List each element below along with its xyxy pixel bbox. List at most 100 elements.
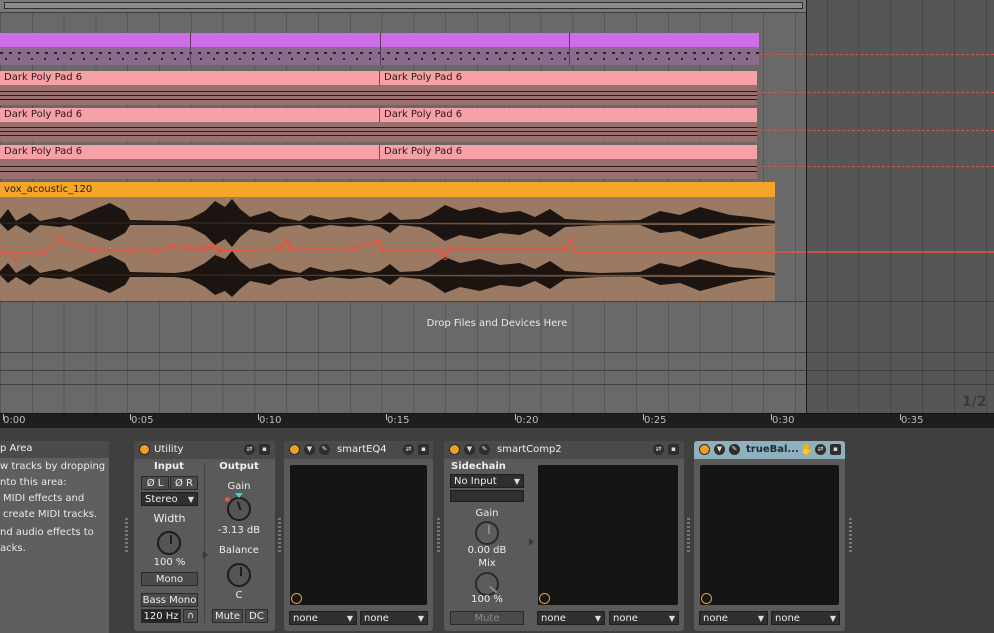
chevron-down-icon: ▼ bbox=[417, 614, 424, 623]
sidechain-input-select[interactable]: No Input ▼ bbox=[450, 474, 524, 488]
smartcomp2-device[interactable]: ▼ ✎ smartComp2 ⇄ ▪ Sidechain No Input ▼ … bbox=[444, 441, 684, 631]
comp-mix-knob-pointer bbox=[489, 585, 498, 594]
chevron-down-icon: ▼ bbox=[829, 614, 836, 623]
utility-divider bbox=[204, 463, 205, 623]
smarteq4-collapse-icon[interactable]: ▼ bbox=[304, 444, 315, 455]
time-ruler[interactable]: 0:00 0:05 0:10 0:15 0:20 0:25 0:30 0:35 bbox=[0, 413, 994, 428]
mute-button[interactable]: Mute bbox=[212, 609, 243, 623]
loop-brace[interactable] bbox=[4, 2, 803, 9]
smartcomp2-save-icon[interactable]: ▪ bbox=[668, 444, 679, 455]
truebalance-power-button[interactable] bbox=[699, 444, 710, 455]
bass-freq-field[interactable]: 120 Hz bbox=[141, 609, 181, 623]
device-chain-area[interactable]: p Area w tracks by dropping nto this are… bbox=[0, 428, 994, 633]
utility-hot-swap-icon[interactable]: ⇄ bbox=[244, 444, 255, 455]
truebalance-collapse-icon[interactable]: ▼ bbox=[714, 444, 725, 455]
track-divider bbox=[0, 384, 994, 385]
phase-right-button[interactable]: Ø R bbox=[170, 476, 198, 490]
tick-label: 0:05 bbox=[131, 415, 154, 426]
smarteq4-select-left-value: none bbox=[293, 613, 318, 624]
pad-clip-2-notes bbox=[0, 122, 757, 142]
audio-clip-header[interactable]: vox_acoustic_120 bbox=[0, 182, 775, 197]
comp-mix-knob[interactable] bbox=[475, 572, 499, 596]
expand-arrow-icon[interactable] bbox=[203, 551, 208, 559]
pad-clip-1b-header[interactable]: Dark Poly Pad 6 bbox=[379, 71, 757, 85]
chevron-down-icon: ▼ bbox=[757, 614, 764, 623]
mono-button[interactable]: Mono bbox=[141, 572, 198, 586]
smartcomp2-plugin-display[interactable] bbox=[538, 465, 678, 605]
smartcomp2-select-left[interactable]: none ▼ bbox=[537, 611, 605, 625]
tick-label: 0:20 bbox=[516, 415, 539, 426]
smartcomp2-collapse-icon[interactable]: ▼ bbox=[464, 444, 475, 455]
device-drag-handle[interactable] bbox=[687, 516, 690, 552]
pad-clip-2b-header[interactable]: Dark Poly Pad 6 bbox=[379, 108, 757, 122]
device-drag-handle[interactable] bbox=[437, 516, 440, 552]
utility-save-icon[interactable]: ▪ bbox=[259, 444, 270, 455]
utility-device[interactable]: Utility ⇄ ▪ Input Output Ø L Ø R Stereo … bbox=[134, 441, 275, 631]
channel-mode-select[interactable]: Stereo ▼ bbox=[141, 492, 198, 506]
truebalance-select-left[interactable]: none ▼ bbox=[699, 611, 768, 625]
clip-divider bbox=[190, 33, 191, 65]
smarteq4-title: smartEQ4 bbox=[337, 444, 387, 455]
clip-divider bbox=[380, 33, 381, 65]
dc-button[interactable]: DC bbox=[245, 609, 268, 623]
truebalance-plugin-display[interactable] bbox=[700, 465, 839, 605]
smartcomp2-power-button[interactable] bbox=[449, 444, 460, 455]
help-line: create MIDI tracks. bbox=[3, 509, 98, 520]
comp-gain-label: Gain bbox=[475, 508, 499, 519]
smarteq4-select-left[interactable]: none ▼ bbox=[289, 611, 357, 625]
smarteq4-status-indicator[interactable] bbox=[291, 593, 302, 604]
comp-mute-button[interactable]: Mute bbox=[450, 611, 524, 625]
smartcomp2-status-indicator[interactable] bbox=[539, 593, 550, 604]
smarteq4-hot-swap-icon[interactable]: ⇄ bbox=[403, 444, 414, 455]
utility-power-button[interactable] bbox=[139, 444, 150, 455]
loop-end-marker[interactable] bbox=[806, 0, 807, 413]
smartcomp2-wrench-icon[interactable]: ✎ bbox=[479, 444, 490, 455]
truebalance-wrench-icon[interactable]: ✎ bbox=[729, 444, 740, 455]
truebalance-status-indicator[interactable] bbox=[701, 593, 712, 604]
truebalance-save-icon[interactable]: ▪ bbox=[830, 444, 841, 455]
smarteq4-select-right[interactable]: none ▼ bbox=[360, 611, 428, 625]
pad-clip-3a-header[interactable]: Dark Poly Pad 6 bbox=[0, 145, 379, 159]
comp-gain-value: 0.00 dB bbox=[467, 545, 507, 556]
automation-envelope[interactable] bbox=[0, 225, 994, 295]
bass-mono-button[interactable]: Bass Mono bbox=[141, 593, 198, 607]
arrangement-view[interactable]: Dark Poly Pad 6 Dark Poly Pad 6 Dark Pol… bbox=[0, 0, 994, 413]
smartcomp2-select-right[interactable]: none ▼ bbox=[609, 611, 679, 625]
pad-clip-3b-header[interactable]: Dark Poly Pad 6 bbox=[379, 145, 757, 159]
track-divider bbox=[0, 352, 994, 353]
loop-brace-bar[interactable] bbox=[0, 0, 807, 13]
hand-icon[interactable]: ✋ bbox=[800, 443, 814, 457]
smartcomp2-hot-swap-icon[interactable]: ⇄ bbox=[653, 444, 664, 455]
phase-left-button[interactable]: Ø L bbox=[141, 476, 169, 490]
smarteq4-power-button[interactable] bbox=[289, 444, 300, 455]
comp-gain-knob[interactable] bbox=[475, 521, 499, 545]
channel-mode-value: Stereo bbox=[145, 494, 178, 505]
width-knob[interactable] bbox=[157, 531, 181, 555]
truebalance-hot-swap-icon[interactable]: ⇄ bbox=[815, 444, 826, 455]
sidechain-channel-select[interactable] bbox=[450, 490, 524, 502]
utility-output-label: Output bbox=[219, 461, 259, 472]
smarteq4-save-icon[interactable]: ▪ bbox=[418, 444, 429, 455]
smarteq4-wrench-icon[interactable]: ✎ bbox=[319, 444, 330, 455]
device-drag-handle[interactable] bbox=[278, 516, 281, 552]
balance-knob[interactable] bbox=[227, 563, 251, 587]
device-drag-handle[interactable] bbox=[125, 516, 128, 552]
width-value: 100 % bbox=[153, 557, 186, 568]
gain-marker-icon bbox=[235, 493, 243, 498]
truebalance-device[interactable]: ▼ ✎ trueBal... ✋ ⇄ ▪ none ▼ none ▼ bbox=[694, 441, 845, 631]
pad-clip-1-notes bbox=[0, 85, 757, 105]
pad-clip-1a-header[interactable]: Dark Poly Pad 6 bbox=[0, 71, 379, 85]
expand-arrow-icon[interactable] bbox=[529, 538, 534, 546]
smarteq4-plugin-display[interactable] bbox=[290, 465, 427, 605]
device-drag-handle[interactable] bbox=[849, 516, 852, 552]
pad-clip-2a-header[interactable]: Dark Poly Pad 6 bbox=[0, 108, 379, 122]
utility-input-label: Input bbox=[154, 461, 184, 472]
smartcomp2-select-right-value: none bbox=[613, 613, 638, 624]
truebalance-select-right[interactable]: none ▼ bbox=[771, 611, 840, 625]
headphones-icon[interactable]: ∩ bbox=[183, 609, 198, 623]
smarteq4-device[interactable]: ▼ ✎ smartEQ4 ⇄ ▪ none ▼ none ▼ bbox=[284, 441, 433, 631]
chevron-down-icon: ▼ bbox=[668, 614, 675, 623]
chevron-down-icon: ▼ bbox=[513, 477, 520, 486]
page-indicator: 1/2 bbox=[962, 394, 987, 410]
gain-knob[interactable] bbox=[227, 497, 251, 521]
